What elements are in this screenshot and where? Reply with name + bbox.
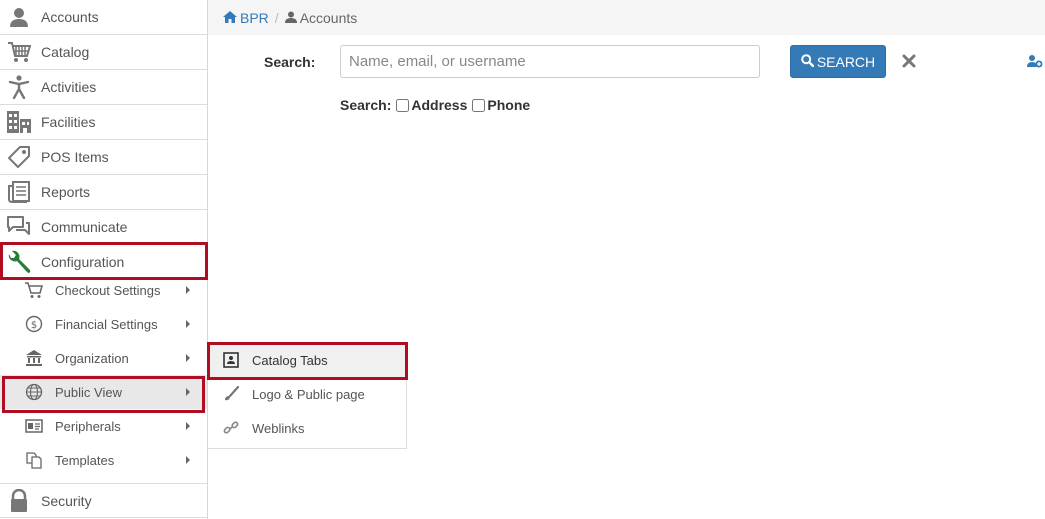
- person-activity-icon: [6, 75, 32, 99]
- user-icon: [284, 10, 297, 26]
- flyout-item-weblinks[interactable]: Weblinks: [208, 411, 406, 445]
- address-checkbox[interactable]: [396, 98, 410, 112]
- sidebar-subitem-checkout-settings[interactable]: Checkout Settings: [0, 273, 207, 307]
- sidebar-item-catalog[interactable]: Catalog: [0, 35, 207, 70]
- sidebar-item-label: Communicate: [41, 219, 128, 235]
- sidebar-item-facilities[interactable]: Facilities: [0, 105, 207, 140]
- sidebar-subitem-financial-settings[interactable]: $ Financial Settings: [0, 307, 207, 341]
- caret-right-icon: [186, 388, 190, 396]
- sidebar-item-activities[interactable]: Activities: [0, 70, 207, 105]
- search-button[interactable]: SEARCH: [790, 45, 886, 78]
- globe-icon: [24, 383, 44, 401]
- address-option[interactable]: Address: [391, 97, 467, 113]
- search-button-label: SEARCH: [816, 53, 876, 70]
- link-icon: [222, 419, 240, 437]
- phone-option-label: Phone: [487, 97, 531, 113]
- flyout-item-label: Weblinks: [252, 420, 305, 436]
- search-icon: [801, 53, 815, 70]
- add-user-icon: [1027, 54, 1043, 71]
- sidebar-subitem-public-view[interactable]: Public View: [0, 375, 207, 409]
- sidebar-subitem-organization[interactable]: Organization: [0, 341, 207, 375]
- clear-search-button[interactable]: [899, 52, 919, 72]
- public-view-flyout: Catalog Tabs Logo & Public page Weblinks: [208, 342, 407, 449]
- svg-text:$: $: [31, 320, 37, 331]
- sidebar-item-pos-items[interactable]: POS Items: [0, 140, 207, 175]
- sidebar-subitem-label: Financial Settings: [55, 316, 158, 332]
- id-card-icon: [24, 417, 44, 435]
- cart-icon: [6, 40, 32, 64]
- breadcrumb-separator: /: [274, 9, 279, 26]
- caret-right-icon: [186, 456, 190, 464]
- sidebar-item-communicate[interactable]: Communicate: [0, 210, 207, 245]
- sidebar-item-label: Security: [41, 492, 92, 509]
- breadcrumb: BPR / Accounts: [208, 0, 1045, 35]
- breadcrumb-current: Accounts: [284, 9, 358, 26]
- sidebar-item-label: Activities: [41, 79, 97, 95]
- sidebar-subitem-templates[interactable]: Templates: [0, 443, 207, 477]
- sidebar-subitem-label: Organization: [55, 350, 129, 366]
- phone-option[interactable]: Phone: [467, 97, 530, 113]
- cart-icon: [24, 281, 44, 299]
- sidebar-item-reports[interactable]: Reports: [0, 175, 207, 210]
- sidebar-subitem-label: Templates: [55, 452, 115, 468]
- sidebar-item-label: POS Items: [41, 149, 109, 165]
- user-icon: [6, 5, 32, 29]
- close-icon: [902, 54, 916, 71]
- brush-icon: [222, 385, 240, 403]
- lock-icon: [6, 489, 32, 513]
- caret-right-icon: [186, 320, 190, 328]
- home-icon: [223, 10, 237, 26]
- breadcrumb-home-link[interactable]: BPR: [223, 10, 269, 26]
- search-label: Search:: [264, 54, 316, 70]
- report-icon: [6, 180, 32, 204]
- flyout-item-catalog-tabs[interactable]: Catalog Tabs: [208, 343, 406, 377]
- caret-right-icon: [186, 354, 190, 362]
- sidebar-item-label: Configuration: [41, 254, 125, 270]
- search-options-label: Search:: [340, 97, 392, 113]
- caret-right-icon: [186, 422, 190, 430]
- dollar-icon: $: [24, 315, 44, 333]
- sidebar-item-accounts[interactable]: Accounts: [0, 0, 207, 35]
- chat-icon: [6, 215, 32, 239]
- add-user-button[interactable]: [1026, 53, 1044, 71]
- sidebar-subitem-label: Checkout Settings: [55, 282, 161, 298]
- flyout-item-label: Catalog Tabs: [252, 352, 328, 368]
- sidebar-item-label: Catalog: [41, 44, 90, 60]
- breadcrumb-current-label: Accounts: [299, 9, 358, 26]
- flyout-item-logo-public-page[interactable]: Logo & Public page: [208, 377, 406, 411]
- sidebar-subitem-label: Peripherals: [55, 418, 121, 434]
- breadcrumb-home-label: BPR: [240, 9, 269, 26]
- caret-right-icon: [186, 286, 190, 294]
- search-options: Search: Address Phone: [340, 97, 530, 113]
- building-icon: [6, 110, 32, 134]
- tag-icon: [6, 145, 32, 169]
- sidebar-item-label: Reports: [41, 184, 91, 200]
- sidebar-item-label: Facilities: [41, 114, 96, 130]
- sidebar-item-label: Accounts: [41, 9, 99, 25]
- sidebar-subitem-label: Public View: [55, 384, 122, 400]
- bank-icon: [24, 349, 44, 367]
- sidebar-subitem-peripherals[interactable]: Peripherals: [0, 409, 207, 443]
- contact-card-icon: [222, 351, 240, 369]
- sidebar: Accounts Catalog Activities Facilities P…: [0, 0, 208, 519]
- address-option-label: Address: [411, 97, 468, 113]
- phone-checkbox[interactable]: [472, 98, 486, 112]
- search-input[interactable]: [340, 45, 760, 78]
- sidebar-item-security[interactable]: Security: [0, 483, 207, 518]
- copy-icon: [24, 451, 44, 469]
- flyout-item-label: Logo & Public page: [252, 386, 365, 402]
- wrench-icon: [6, 250, 32, 274]
